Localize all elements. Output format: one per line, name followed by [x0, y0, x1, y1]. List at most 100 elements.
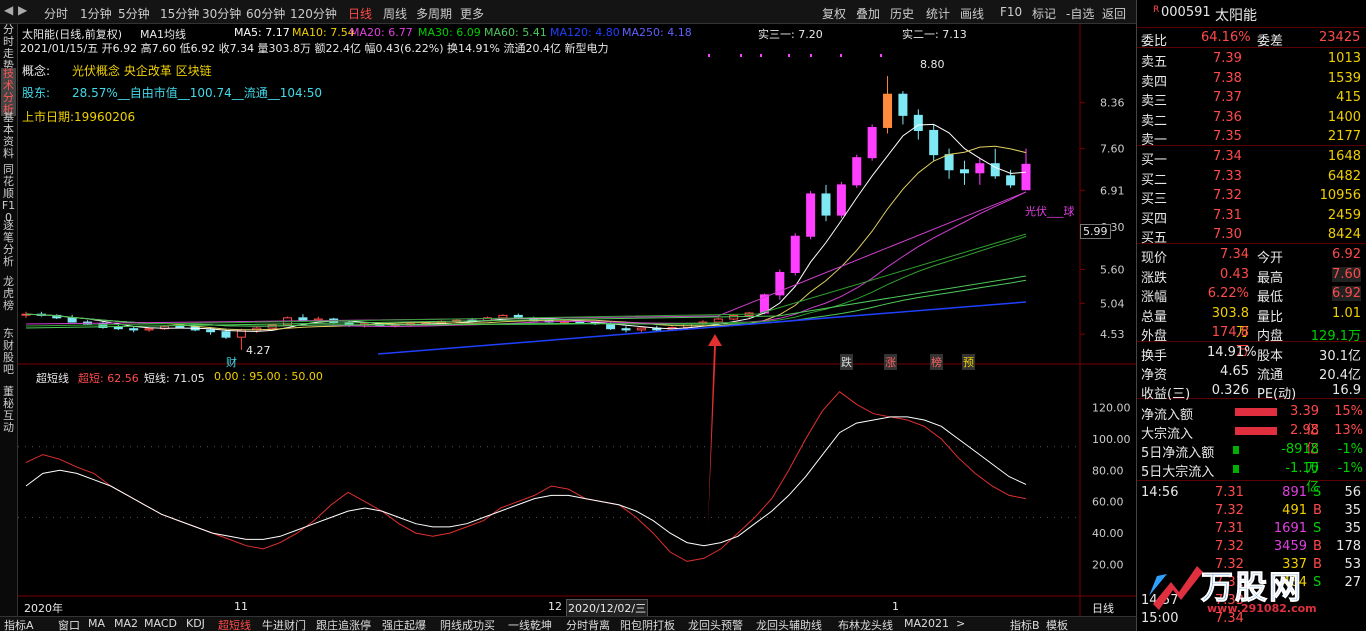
indicator-name[interactable]: 超短线 — [36, 370, 69, 386]
indicator-tab[interactable]: 强庄起爆 — [382, 617, 426, 631]
ask-price: 7.38 — [1213, 70, 1242, 86]
indicator-tab[interactable]: 一线乾坤 — [508, 617, 552, 631]
indicator-tab[interactable]: 龙回头预警 — [688, 617, 743, 631]
r-badge: R — [1153, 5, 1160, 15]
ask-price: 7.36 — [1213, 109, 1242, 125]
indicator-tab[interactable]: MA2021 — [904, 617, 949, 630]
solid-two: 实二一: 7.13 — [902, 28, 967, 41]
info-label2: 流通 — [1257, 368, 1284, 383]
left-tab[interactable]: 分时走势 — [1, 24, 16, 72]
toolbar-right-item[interactable]: 统计 — [926, 5, 950, 22]
toolbar-right-item[interactable]: 画线 — [960, 5, 984, 22]
toolbar-right-item[interactable]: 叠加 — [856, 5, 880, 22]
left-tab[interactable]: 董秘互动 — [1, 386, 16, 434]
indicator-tab[interactable]: 布林龙头线 — [838, 617, 893, 631]
quote-row: 涨幅 6.22% 最低 6.92 — [1137, 285, 1366, 305]
date-axis-11: 11 — [234, 600, 248, 613]
ma30-ext-line — [25, 233, 1027, 327]
toolbar-item[interactable]: 120分钟 — [290, 5, 337, 22]
badge-die[interactable]: 跌 — [840, 354, 853, 370]
bid-price: 7.30 — [1213, 227, 1242, 242]
chart-canvas[interactable]: 8.367.606.916.305.605.044.53120.00100.00… — [18, 24, 1136, 616]
indicator-tab[interactable]: 跟庄追涨停 — [316, 617, 371, 631]
indicator-tab[interactable]: > — [956, 617, 965, 630]
indicator-tab[interactable]: 牛进财门 — [262, 617, 306, 631]
quote-panel: R 000591 太阳能 委比 64.16% 委差 23425 卖五 7.39 1013 卖四 7.3… — [1136, 0, 1366, 631]
flow-row: 净流入额 3.39亿 15% — [1137, 403, 1366, 438]
toolbar-item[interactable]: 分时 — [44, 5, 68, 22]
ma20-ext-line — [25, 191, 1027, 325]
bid-volume: 2459 — [1327, 207, 1361, 223]
left-tab[interactable]: 逐笔分析 — [1, 220, 16, 268]
badge-bang[interactable]: 榜 — [930, 354, 943, 370]
nav-left-icon[interactable]: ◀ — [4, 3, 13, 17]
indicator-tab[interactable]: 窗口 — [58, 617, 80, 631]
tick-side: B — [1313, 503, 1322, 518]
indicator-tab[interactable]: 指标B — [1010, 617, 1040, 631]
left-tab[interactable]: 龙虎榜 — [1, 276, 16, 312]
toolbar-item[interactable]: 日线 — [348, 5, 372, 22]
badge-yu[interactable]: 预 — [962, 354, 975, 370]
quote-label: 现价 — [1141, 251, 1168, 266]
low-marker: 4.27 — [246, 344, 271, 357]
bid-volume: 6482 — [1327, 168, 1361, 184]
period-label[interactable]: 日线 — [1092, 600, 1114, 616]
bid-row: 买一 7.34 1648 — [1137, 148, 1366, 168]
bid-label: 买一 — [1141, 153, 1168, 168]
toolbar-right-item[interactable]: 返回 — [1102, 5, 1126, 22]
indicator-tab[interactable]: 阳包阴打板 — [620, 617, 675, 631]
toolbar-right-item[interactable]: 复权 — [822, 5, 846, 22]
ma120-line — [377, 301, 1027, 355]
toolbar-item[interactable]: 多周期 — [416, 5, 452, 22]
tick-count: 35 — [1344, 521, 1361, 536]
indicator-tab[interactable]: 分时背离 — [566, 617, 610, 631]
left-tab[interactable]: 技术分析 — [1, 68, 16, 116]
indicator-tab[interactable]: 指标A — [4, 617, 34, 631]
bid-volume: 8424 — [1327, 227, 1361, 242]
badge-zhang[interactable]: 涨 — [884, 354, 897, 370]
indicator-tab[interactable]: 龙回头辅助线 — [756, 617, 822, 631]
flow-bar — [1233, 465, 1239, 473]
indicator-tab[interactable]: MA — [88, 617, 105, 630]
toolbar-item[interactable]: 周线 — [383, 5, 407, 22]
left-tab[interactable]: 同花顺F10 — [1, 164, 16, 224]
flow-pct: -1% — [1337, 461, 1363, 476]
weicha-label: 委差 — [1257, 34, 1284, 49]
indicator-tab[interactable]: 阴线成功买 — [440, 617, 495, 631]
kline-chart-area[interactable]: 8.36 7.60 6.91 6.30 5.60 5.04 4.53 120.00 100.00… — [18, 24, 1136, 617]
candle — [83, 320, 93, 326]
indicator-tab[interactable]: KDJ — [186, 617, 205, 630]
candle — [52, 314, 62, 320]
candle — [821, 184, 831, 222]
quote-label2: 内盘 — [1257, 329, 1284, 344]
ma120-value: MA120: 4.80 — [550, 26, 620, 39]
info-value: 0.326 — [1211, 383, 1249, 398]
ask-price: 7.35 — [1213, 129, 1242, 144]
cai-marker: 财 — [226, 356, 237, 369]
indicator-tab[interactable]: MACD — [144, 617, 177, 630]
toolbar-right-item[interactable]: 历史 — [890, 5, 914, 22]
ma5-value: MA5: 7.17 — [234, 26, 290, 39]
info-label: 收益(三) — [1141, 387, 1191, 402]
toolbar-right-item[interactable]: -自选 — [1066, 5, 1094, 22]
toolbar-item[interactable]: 30分钟 — [202, 5, 241, 22]
indicator-tab[interactable]: MA2 — [114, 617, 138, 630]
indicator-tab[interactable]: 超短线 — [218, 617, 251, 631]
toolbar-item[interactable]: 15分钟 — [160, 5, 199, 22]
quote-value2: 1.01 — [1332, 305, 1361, 321]
toolbar-right-item[interactable]: 标记 — [1032, 5, 1056, 22]
toolbar-item[interactable]: 更多 — [460, 5, 484, 22]
indicator-tab[interactable]: 模板 — [1046, 617, 1068, 631]
left-tab[interactable]: 东财股吧 — [1, 328, 16, 376]
nav-right-icon[interactable]: ▶ — [18, 3, 27, 17]
indicator-duanxian: 短线: 71.05 — [144, 372, 205, 385]
high-marker: 8.80 — [920, 58, 945, 71]
bid-label: 买二 — [1141, 172, 1168, 188]
ma10-value: MA10: 7.54 — [292, 26, 355, 39]
chaoduan-line — [25, 391, 1027, 562]
toolbar-item[interactable]: 1分钟 — [80, 5, 112, 22]
left-tab[interactable]: 基本资料 — [1, 112, 16, 160]
toolbar-item[interactable]: 60分钟 — [246, 5, 285, 22]
toolbar-item[interactable]: 5分钟 — [118, 5, 150, 22]
toolbar-right-item[interactable]: F10 — [1000, 5, 1022, 19]
